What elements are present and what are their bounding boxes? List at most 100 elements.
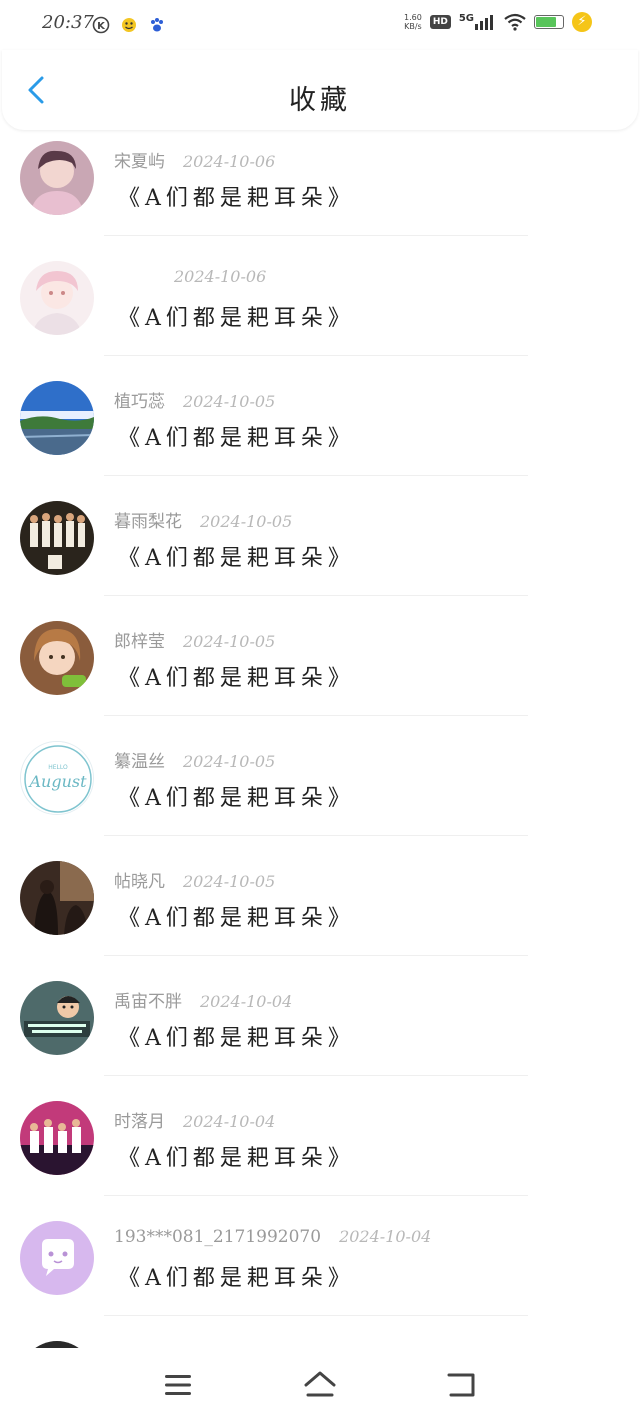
avatar[interactable] bbox=[20, 981, 94, 1055]
k-app-icon: K bbox=[92, 16, 110, 34]
favorite-item[interactable]: 时落月 2024-10-04 《A们都是耙耳朵》 bbox=[0, 1090, 640, 1210]
item-meta: 帖晓凡 2024-10-05 bbox=[114, 867, 275, 892]
status-bar: 20:37 K 1.60 KB/s HD 5G ⚡ bbox=[0, 0, 640, 50]
charging-icon: ⚡ bbox=[572, 12, 592, 32]
status-time: 20:37 bbox=[42, 12, 94, 33]
favorite-item[interactable]: 暮雨梨花 2024-10-05 《A们都是耙耳朵》 bbox=[0, 490, 640, 610]
divider bbox=[104, 1315, 528, 1316]
avatar[interactable] bbox=[20, 621, 94, 695]
wifi-icon bbox=[504, 13, 526, 31]
page-header: 收藏 bbox=[2, 50, 638, 130]
book-title: 《A们都是耙耳朵》 bbox=[118, 906, 355, 931]
favorite-item[interactable]: 宋夏屿 2024-10-06 《A们都是耙耳朵》 bbox=[0, 130, 640, 250]
system-nav-bar bbox=[0, 1348, 640, 1422]
back-nav-button[interactable] bbox=[445, 1368, 479, 1402]
net-speed-unit: KB/s bbox=[404, 22, 422, 31]
favorite-item[interactable]: 禹宙不胖 2024-10-04 《A们都是耙耳朵》 bbox=[0, 970, 640, 1090]
avatar-hello-text: HELLO bbox=[48, 764, 68, 771]
avatar-august-text: August bbox=[27, 772, 87, 791]
user-name: 暮雨梨花 bbox=[114, 512, 182, 532]
item-date: 2024-10-04 bbox=[183, 1112, 276, 1131]
favorites-list: 宋夏屿 2024-10-06 《A们都是耙耳朵》 2024-10-06 《A们都是… bbox=[0, 130, 640, 1348]
back-arrow-icon bbox=[447, 1373, 475, 1397]
smiley-app-icon bbox=[122, 18, 136, 32]
item-date: 2024-10-06 bbox=[183, 152, 276, 171]
avatar[interactable] bbox=[20, 1221, 94, 1295]
favorite-item-partial[interactable] bbox=[0, 1330, 640, 1348]
book-title: 《A们都是耙耳朵》 bbox=[118, 786, 355, 811]
item-date: 2024-10-04 bbox=[339, 1227, 432, 1246]
avatar[interactable] bbox=[20, 501, 94, 575]
paw-app-icon bbox=[151, 18, 163, 32]
signal-bars-icon bbox=[475, 15, 493, 30]
home-nav-button[interactable] bbox=[303, 1368, 337, 1402]
avatar[interactable] bbox=[20, 141, 94, 215]
avatar[interactable] bbox=[20, 381, 94, 455]
avatar[interactable] bbox=[20, 1341, 94, 1348]
item-meta: 时落月 2024-10-04 bbox=[114, 1107, 275, 1132]
divider bbox=[104, 475, 528, 476]
user-name: 纂温丝 bbox=[114, 752, 165, 772]
avatar[interactable] bbox=[20, 861, 94, 935]
menu-icon bbox=[165, 1375, 191, 1395]
avatar[interactable] bbox=[20, 1101, 94, 1175]
item-date: 2024-10-06 bbox=[174, 267, 267, 286]
user-name: 植巧蕊 bbox=[114, 392, 165, 412]
hd-badge: HD bbox=[429, 15, 451, 29]
book-title: 《A们都是耙耳朵》 bbox=[118, 666, 355, 691]
favorite-item[interactable]: HELLO August 纂温丝 2024-10-05 《A们都是耙耳朵》 bbox=[0, 730, 640, 850]
item-meta: 暮雨梨花 2024-10-05 bbox=[114, 507, 292, 532]
favorite-item[interactable]: 帖晓凡 2024-10-05 《A们都是耙耳朵》 bbox=[0, 850, 640, 970]
status-system-icons: 1.60 KB/s HD 5G ⚡ bbox=[404, 12, 592, 32]
item-meta: 2024-10-06 bbox=[114, 267, 266, 287]
svg-text:K: K bbox=[97, 21, 106, 32]
avatar[interactable]: HELLO August bbox=[20, 741, 94, 815]
divider bbox=[104, 955, 528, 956]
status-notification-icons: K bbox=[92, 16, 166, 34]
user-name: 禹宙不胖 bbox=[114, 992, 182, 1012]
divider bbox=[104, 1075, 528, 1076]
network-type: 5G bbox=[458, 13, 474, 24]
item-meta: 郎梓莹 2024-10-05 bbox=[114, 627, 275, 652]
book-title: 《A们都是耙耳朵》 bbox=[118, 1146, 355, 1171]
book-title: 《A们都是耙耳朵》 bbox=[118, 186, 355, 211]
net-speed: 1.60 KB/s bbox=[404, 13, 422, 31]
user-name: 193***081_2171992070 bbox=[114, 1227, 322, 1247]
divider bbox=[104, 235, 528, 236]
item-date: 2024-10-05 bbox=[183, 872, 276, 891]
divider bbox=[104, 355, 528, 356]
user-name: 时落月 bbox=[114, 1112, 165, 1132]
favorite-item[interactable]: 郎梓莹 2024-10-05 《A们都是耙耳朵》 bbox=[0, 610, 640, 730]
favorite-item[interactable]: 193***081_2171992070 2024-10-04 《A们都是耙耳朵》 bbox=[0, 1210, 640, 1330]
book-title: 《A们都是耙耳朵》 bbox=[118, 426, 355, 451]
item-meta: 193***081_2171992070 2024-10-04 bbox=[114, 1227, 431, 1247]
home-icon bbox=[304, 1371, 336, 1397]
book-title: 《A们都是耙耳朵》 bbox=[118, 1026, 355, 1051]
item-meta: 禹宙不胖 2024-10-04 bbox=[114, 987, 292, 1012]
user-name: 帖晓凡 bbox=[114, 872, 165, 892]
favorite-item[interactable]: 植巧蕊 2024-10-05 《A们都是耙耳朵》 bbox=[0, 370, 640, 490]
favorites-screen: 20:37 K 1.60 KB/s HD 5G ⚡ 收藏 宋夏屿 2024-10… bbox=[0, 0, 640, 1422]
divider bbox=[104, 715, 528, 716]
book-title: 《A们都是耙耳朵》 bbox=[118, 1266, 355, 1291]
divider bbox=[104, 595, 528, 596]
cell-signal: 5G bbox=[458, 13, 496, 30]
item-meta: 宋夏屿 2024-10-06 bbox=[114, 147, 275, 172]
avatar[interactable] bbox=[20, 261, 94, 335]
favorite-item[interactable]: 2024-10-06 《A们都是耙耳朵》 bbox=[0, 250, 640, 370]
book-title: 《A们都是耙耳朵》 bbox=[118, 306, 355, 331]
divider bbox=[104, 835, 528, 836]
item-meta: 植巧蕊 2024-10-05 bbox=[114, 387, 275, 412]
item-date: 2024-10-05 bbox=[183, 392, 276, 411]
book-title: 《A们都是耙耳朵》 bbox=[118, 546, 355, 571]
battery-icon bbox=[534, 15, 564, 29]
net-speed-value: 1.60 bbox=[404, 13, 422, 22]
item-date: 2024-10-05 bbox=[183, 632, 276, 651]
item-meta: 纂温丝 2024-10-05 bbox=[114, 747, 275, 772]
divider bbox=[104, 1195, 528, 1196]
user-name: 郎梓莹 bbox=[114, 632, 165, 652]
item-date: 2024-10-04 bbox=[200, 992, 293, 1011]
user-name: 宋夏屿 bbox=[114, 152, 165, 172]
page-title: 收藏 bbox=[289, 85, 351, 116]
menu-nav-button[interactable] bbox=[161, 1368, 195, 1402]
